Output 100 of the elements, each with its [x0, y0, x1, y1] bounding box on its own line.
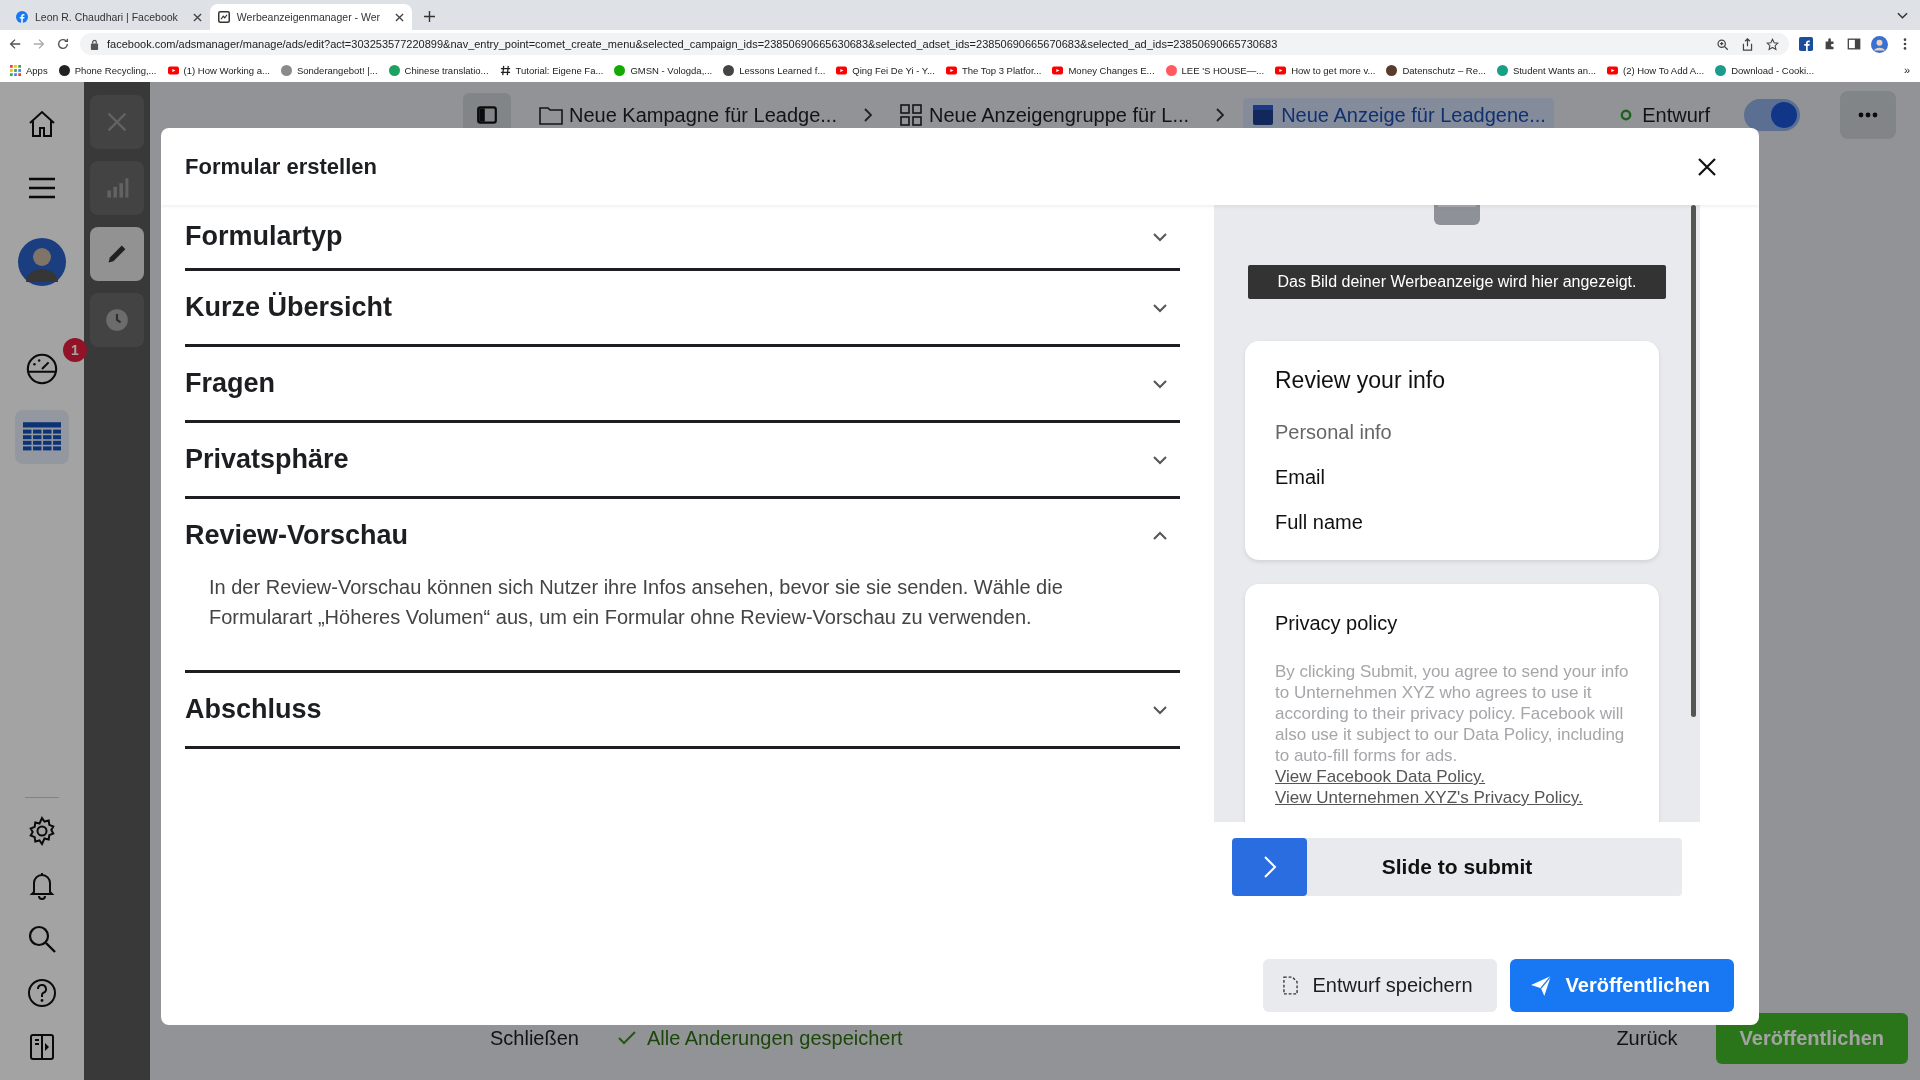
profile-avatar[interactable] — [15, 235, 69, 289]
bookmark[interactable]: Datenschutz – Re... — [1386, 64, 1486, 76]
bookmark[interactable]: Qing Fei De Yi - Y... — [836, 64, 935, 76]
bookmark[interactable]: LEE 'S HOUSE—... — [1165, 64, 1265, 76]
star-icon[interactable] — [1766, 37, 1779, 51]
publish-button[interactable]: Veröffentlichen — [1509, 959, 1734, 1012]
hash-icon — [499, 64, 511, 76]
save-draft-button[interactable]: Entwurf speichern — [1263, 959, 1497, 1012]
play-icon — [945, 64, 957, 76]
facebook-extension-icon[interactable] — [1799, 37, 1813, 51]
play-icon — [1275, 64, 1287, 76]
play-icon — [1052, 64, 1064, 76]
bookmark[interactable]: (2) How To Add A... — [1606, 64, 1705, 76]
sidebar-icon — [476, 104, 498, 126]
profile-avatar[interactable] — [1871, 35, 1888, 53]
address-bar[interactable]: facebook.com/adsmanager/manage/ads/edit?act=303253577220899&nav_entry_point=comet_create_menu&selected_campaign_ids=23850690665630683&selected_adset_ids=23850690665670683&selected_ad_ids=23850690665730683 — [80, 33, 1789, 55]
ad-icon — [1251, 104, 1276, 126]
bookmark[interactable]: Sonderangebot! |... — [280, 64, 378, 76]
saved-status: Alle Anderungen gespeichert — [646, 1026, 903, 1050]
chevron-up-icon — [1152, 530, 1168, 541]
accordion-header[interactable]: Privatsphäre — [185, 423, 1180, 496]
toggle-switch[interactable] — [1744, 99, 1800, 131]
checkmark-icon — [616, 1030, 637, 1046]
submit-slider[interactable]: Slide to submit — [1232, 838, 1682, 896]
slider-handle[interactable] — [1232, 838, 1307, 896]
card-title: Privacy policy — [1275, 612, 1399, 635]
breadcrumb[interactable]: Neue Kampagne für Leadge... — [531, 97, 845, 133]
scrollbar[interactable] — [1691, 205, 1696, 717]
bookmark[interactable]: GMSN - Vologda,... — [614, 64, 713, 76]
accordion-header[interactable]: Formulartyp — [185, 205, 1180, 268]
bookmark[interactable]: How to get more v... — [1275, 64, 1376, 76]
field-label: Full name — [1275, 511, 1364, 534]
chevron-right-icon — [862, 107, 873, 123]
more-icon — [1858, 112, 1878, 118]
chevron-right-icon — [1215, 107, 1226, 123]
bookmark[interactable]: Lessons Learned f... — [723, 64, 826, 76]
zoom-icon[interactable] — [1716, 37, 1729, 51]
bookmark[interactable]: The Top 3 Platfor... — [945, 64, 1042, 76]
close-icon[interactable] — [395, 12, 404, 22]
play-icon — [1606, 64, 1618, 76]
browser-tab[interactable]: Leon R. Chaudhari | Facebook — [8, 4, 210, 30]
lock-icon — [90, 38, 99, 50]
bookmark[interactable]: Chinese translatio... — [388, 64, 489, 76]
bookmark[interactable]: Student Wants an... — [1496, 64, 1596, 76]
more-bookmarks[interactable]: » — [1903, 64, 1910, 76]
document-icon — [1283, 976, 1299, 995]
play-icon — [167, 64, 179, 76]
grid-icon — [898, 104, 923, 126]
bookmark[interactable]: Tutorial: Eigene Fa... — [499, 64, 604, 76]
dialog-title: Formular erstellen — [185, 153, 377, 180]
plus-icon[interactable] — [424, 11, 435, 22]
accordion-header[interactable]: Abschluss — [185, 673, 1180, 746]
draft-status: Entwurf — [1642, 103, 1710, 127]
breadcrumb[interactable]: Neue Anzeigengruppe für L... — [890, 97, 1198, 133]
bookmark[interactable]: (1) How Working a... — [167, 64, 270, 76]
policy-link[interactable]: View Unternehmen XYZ's Privacy Policy. — [1275, 788, 1583, 807]
puzzle-icon[interactable] — [1823, 37, 1837, 51]
chevron-down-icon — [1152, 704, 1168, 715]
close-icon[interactable] — [192, 12, 202, 22]
folder-icon — [539, 104, 563, 126]
side-panel-icon[interactable] — [1847, 37, 1861, 51]
close-icon[interactable] — [1697, 156, 1717, 177]
page-icon — [217, 11, 230, 23]
privacy-text: By clicking Submit, you agree to send your info to Unternehmen XYZ who agrees to use it according to their privacy policy. Facebook will also use it subject to our Data Policy, including to auto-fill forms for ads. View Facebook Data Policy. View Unternehmen XYZ's Privacy Policy. — [1275, 661, 1630, 808]
paper-plane-icon — [1529, 974, 1552, 997]
apps-grid-icon — [10, 64, 21, 76]
table-nav-item[interactable] — [15, 410, 69, 464]
field-label: Email — [1275, 466, 1326, 489]
chevron-down-icon — [1152, 454, 1168, 465]
notification-badge: 1 — [63, 338, 87, 362]
card-subtitle: Personal info — [1275, 421, 1393, 444]
bookmark[interactable]: Download - Cooki... — [1715, 64, 1815, 76]
edit-tool-button[interactable] — [90, 227, 144, 281]
bookmark[interactable]: Phone Recycling,... — [58, 64, 157, 76]
reload-icon[interactable] — [56, 37, 70, 51]
chevron-down-icon — [1152, 302, 1168, 313]
bookmark[interactable]: Apps — [10, 64, 48, 76]
close-icon — [105, 110, 129, 134]
browser-tab[interactable]: Werbeanzeigenmanager - Wer — [209, 4, 412, 30]
chevron-down-icon — [1152, 378, 1168, 389]
chevron-down-icon — [1152, 231, 1168, 242]
accordion-header[interactable]: Fragen — [185, 347, 1180, 420]
share-icon[interactable] — [1741, 37, 1754, 51]
policy-link[interactable]: View Facebook Data Policy. — [1275, 767, 1486, 786]
help-icon — [26, 977, 58, 1009]
accordion-header[interactable]: Review-Vorschau — [185, 499, 1180, 572]
chevron-right-icon — [1262, 855, 1277, 879]
bookmark[interactable]: Money Changes E... — [1052, 64, 1155, 76]
clock-icon — [105, 308, 129, 332]
card-title: Review your info — [1275, 367, 1447, 394]
facebook-icon — [16, 11, 28, 23]
play-icon — [836, 64, 848, 76]
section-description: In der Review-Vorschau können sich Nutzer ihre Infos ansehen, bevor sie sie senden. Wähle die Formularart „Höheres Volumen“ aus, um ein Formular ohne Review-Vorschau zu verwenden. — [208, 575, 1064, 630]
search-icon — [26, 923, 58, 955]
back-icon[interactable] — [8, 37, 22, 51]
status-dot-icon — [1620, 109, 1633, 121]
bar-chart-icon — [105, 176, 129, 200]
image-caption: Das Bild deiner Werbeanzeige wird hier angezeigt. — [1248, 265, 1666, 299]
chevron-down-icon[interactable] — [1897, 12, 1908, 20]
accordion-header[interactable]: Kurze Übersicht — [185, 271, 1180, 344]
